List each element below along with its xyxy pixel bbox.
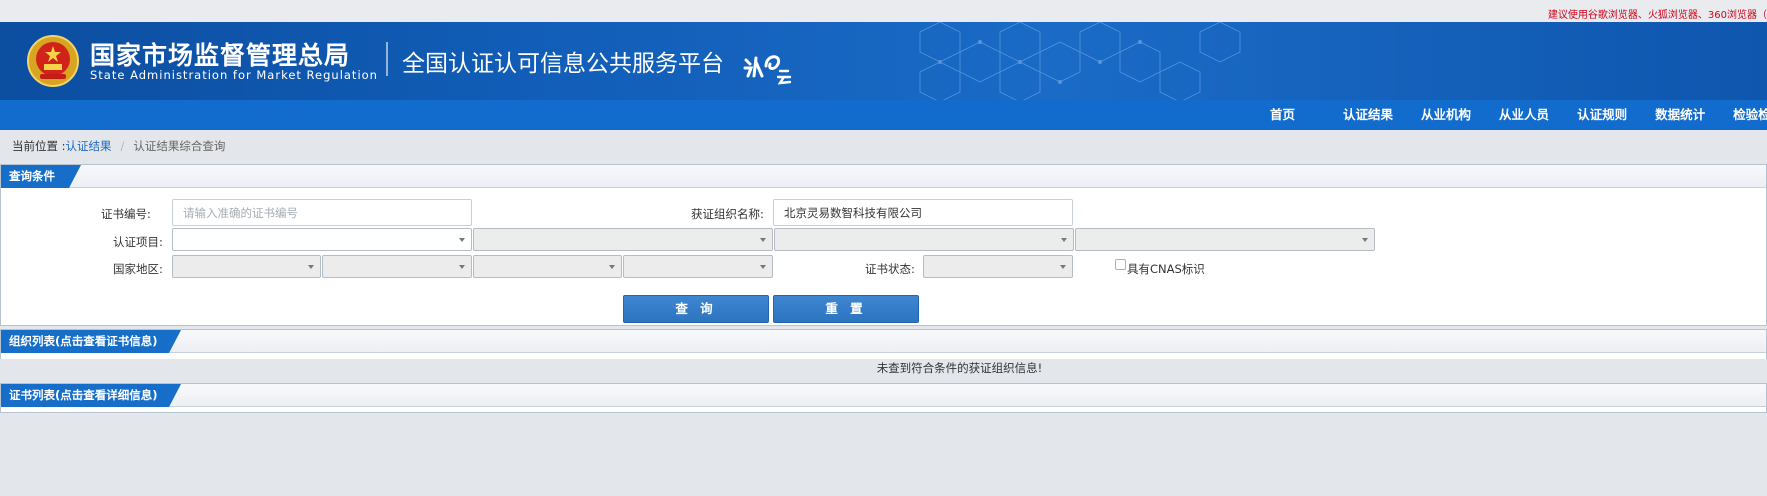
site-header: 国家市场监督管理总局 State Administration for Mark… bbox=[0, 22, 1767, 100]
main-nav: 首页 认证结果 从业机构 从业人员 认证规则 数据统计 检验检测 bbox=[0, 100, 1767, 130]
nav-cert-rules[interactable]: 认证规则 bbox=[1563, 100, 1641, 130]
platform-title: 全国认证认可信息公共服务平台 bbox=[402, 51, 724, 77]
reset-button[interactable]: 重 置 bbox=[773, 295, 919, 323]
region-select-4[interactable] bbox=[623, 255, 773, 278]
cert-item-select-3[interactable] bbox=[774, 228, 1074, 251]
nav-home[interactable]: 首页 bbox=[1250, 100, 1329, 130]
chevron-down-icon bbox=[308, 265, 314, 269]
nav-statistics[interactable]: 数据统计 bbox=[1641, 100, 1719, 130]
cert-item-select-1[interactable] bbox=[172, 228, 472, 251]
browser-notice-text: 建议使用谷歌浏览器、火狐浏览器、360浏览器（ bbox=[1547, 10, 1767, 21]
org-list-panel: 组织列表(点击查看证书信息) bbox=[0, 329, 1767, 359]
chevron-down-icon bbox=[1060, 265, 1066, 269]
header-divider bbox=[386, 42, 388, 76]
org-name-cn: 国家市场监督管理总局 bbox=[90, 41, 351, 70]
cert-item-label: 认证项目: bbox=[113, 235, 163, 249]
org-name-label: 获证组织名称: bbox=[691, 207, 764, 221]
national-emblem-icon bbox=[27, 35, 79, 87]
org-name-input[interactable] bbox=[773, 199, 1073, 226]
region-label: 国家地区: bbox=[113, 262, 163, 276]
cert-status-select[interactable] bbox=[923, 255, 1073, 278]
chevron-down-icon bbox=[1362, 238, 1368, 242]
nav-personnel[interactable]: 从业人员 bbox=[1485, 100, 1563, 130]
region-select-2[interactable] bbox=[322, 255, 472, 278]
region-select-1[interactable] bbox=[172, 255, 321, 278]
query-panel-title: 查询条件 bbox=[1, 165, 81, 188]
org-list-header: 组织列表(点击查看证书信息) bbox=[1, 330, 1766, 353]
nav-items: 首页 认证结果 从业机构 从业人员 认证规则 数据统计 检验检测 bbox=[1250, 100, 1767, 130]
cert-status-label: 证书状态: bbox=[865, 262, 915, 276]
ren-cloud-logo bbox=[743, 55, 792, 85]
query-panel-header: 查询条件 bbox=[1, 165, 1766, 188]
breadcrumb-link-cert-results[interactable]: 认证结果 bbox=[66, 138, 112, 154]
cert-list-panel: 证书列表(点击查看详细信息) bbox=[0, 383, 1767, 413]
cert-no-label: 证书编号: bbox=[101, 207, 151, 221]
chevron-down-icon bbox=[459, 238, 465, 242]
hexagon-pattern-decoration bbox=[919, 22, 1241, 100]
cert-list-header: 证书列表(点击查看详细信息) bbox=[1, 384, 1766, 407]
chevron-down-icon bbox=[760, 238, 766, 242]
cnas-checkbox[interactable] bbox=[1115, 259, 1126, 270]
chevron-down-icon bbox=[459, 265, 465, 269]
breadcrumb-label: 当前位置 : bbox=[12, 139, 66, 153]
chevron-down-icon bbox=[609, 265, 615, 269]
breadcrumb-separator: / bbox=[120, 139, 125, 153]
nav-institutions[interactable]: 从业机构 bbox=[1407, 100, 1485, 130]
breadcrumb-current: 认证结果综合查询 bbox=[133, 139, 226, 153]
search-button[interactable]: 查 询 bbox=[623, 295, 769, 323]
query-conditions-panel: 查询条件 证书编号: 获证组织名称: 认证项目: 国家地区: 证书状态: 具有C… bbox=[0, 164, 1767, 326]
cert-item-select-2[interactable] bbox=[473, 228, 773, 251]
chevron-down-icon bbox=[760, 265, 766, 269]
region-select-3[interactable] bbox=[473, 255, 622, 278]
org-list-title: 组织列表(点击查看证书信息) bbox=[1, 330, 181, 353]
cert-item-select-4[interactable] bbox=[1075, 228, 1375, 251]
cert-list-title: 证书列表(点击查看详细信息) bbox=[1, 384, 181, 407]
cnas-checkbox-label: 具有CNAS标识 bbox=[1127, 262, 1205, 276]
cert-no-input[interactable] bbox=[172, 199, 472, 226]
org-list-empty-row bbox=[0, 359, 1767, 383]
chevron-down-icon bbox=[1061, 238, 1067, 242]
browser-notice-bar: 建议使用谷歌浏览器、火狐浏览器、360浏览器（ bbox=[0, 0, 1767, 22]
nav-cert-results[interactable]: 认证结果 bbox=[1329, 100, 1407, 130]
nav-inspection[interactable]: 检验检测 bbox=[1719, 100, 1767, 130]
org-name-en: State Administration for Market Regulati… bbox=[90, 68, 378, 82]
breadcrumb: 当前位置 : 认证结果 / 认证结果综合查询 bbox=[12, 138, 225, 154]
